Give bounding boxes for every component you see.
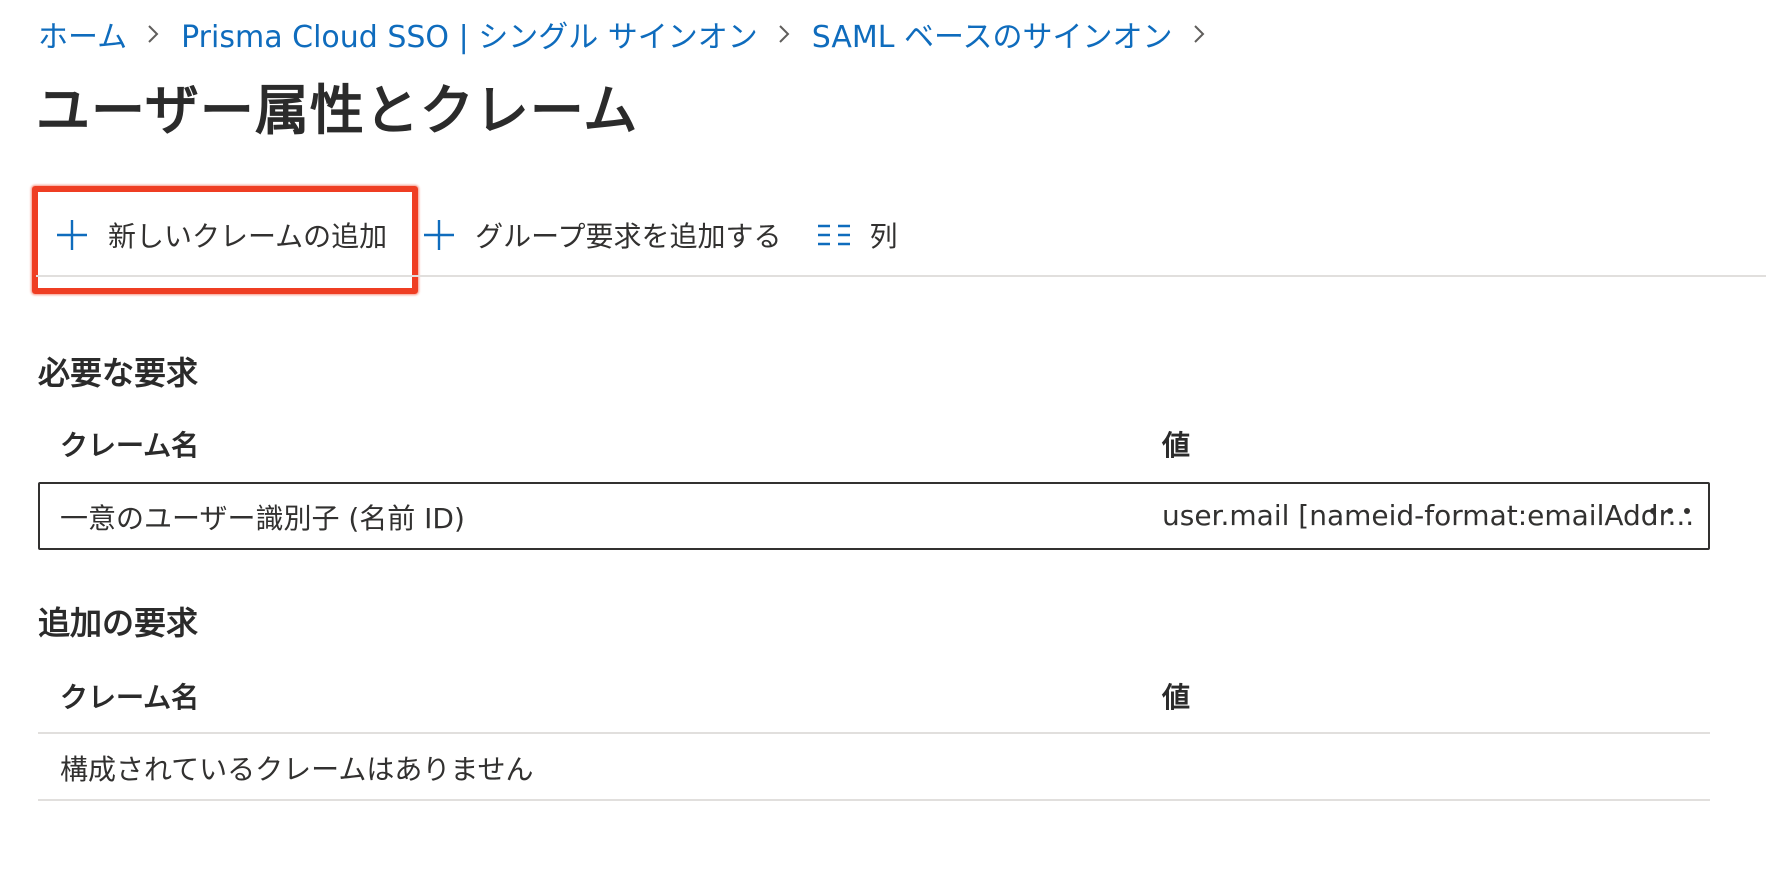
empty-claims-message: 構成されているクレームはありません: [60, 753, 534, 786]
add-group-claim-button[interactable]: グループ要求を追加する: [421, 215, 782, 255]
additional-claims-value-header: 値: [1162, 681, 1191, 714]
add-group-claim-label: グループ要求を追加する: [475, 220, 782, 253]
table-bottom-divider: [38, 799, 1710, 801]
more-icon[interactable]: [1650, 496, 1690, 526]
plus-icon: [421, 217, 457, 253]
chevron-right-icon: [1193, 24, 1205, 44]
annotation-highlight: [32, 186, 418, 294]
breadcrumb-saml-signon[interactable]: SAML ベースのサインオン: [812, 12, 1173, 56]
chevron-right-icon: [778, 24, 790, 44]
breadcrumb-app-sso[interactable]: Prisma Cloud SSO | シングル サインオン: [181, 12, 758, 56]
columns-label: 列: [869, 220, 898, 253]
claim-value-cell: user.mail [nameid-format:emailAddr...: [1162, 499, 1695, 532]
additional-claims-name-header: クレーム名: [60, 681, 200, 714]
columns-button[interactable]: 列: [816, 215, 898, 255]
command-bar-divider: [36, 275, 1766, 277]
additional-claims-title: 追加の要求: [38, 604, 199, 642]
breadcrumb: ホーム Prisma Cloud SSO | シングル サインオン SAML ベ…: [38, 12, 1227, 56]
table-header-divider: [38, 732, 1710, 734]
required-claims-value-header: 値: [1162, 429, 1191, 462]
chevron-right-icon: [147, 24, 159, 44]
claim-name-cell: 一意のユーザー識別子 (名前 ID): [60, 502, 465, 535]
page-title: ユーザー属性とクレーム: [36, 79, 639, 142]
breadcrumb-home[interactable]: ホーム: [38, 12, 127, 56]
columns-icon: [816, 217, 852, 253]
required-claims-title: 必要な要求: [38, 354, 199, 392]
table-row[interactable]: 一意のユーザー識別子 (名前 ID) user.mail [nameid-for…: [38, 482, 1710, 550]
required-claims-name-header: クレーム名: [60, 429, 200, 462]
